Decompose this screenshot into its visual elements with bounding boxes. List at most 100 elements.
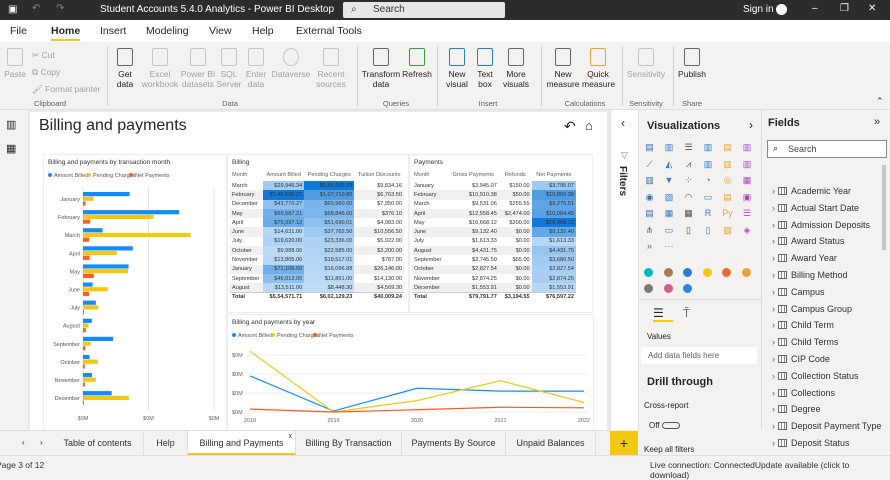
cross-report-toggle[interactable]: Off (649, 421, 680, 430)
column-header[interactable]: Pending Charges (304, 169, 354, 181)
chevron-right-icon[interactable]: › (772, 220, 775, 230)
visual-type-icon[interactable]: ··· (664, 241, 675, 252)
table-row[interactable]: August $4,431.75 $0.00 $4,431.75 (412, 246, 576, 256)
visual-type-icon[interactable]: ▥ (703, 159, 714, 170)
visual-type-icon[interactable]: ▨ (722, 225, 733, 236)
refresh-button[interactable]: Refresh (402, 48, 432, 79)
get-data-button[interactable]: Get data (110, 48, 140, 89)
tab-unpaid-balances[interactable]: Unpaid Balances (506, 431, 596, 456)
field-table-item[interactable]: › Collections (772, 388, 835, 398)
redo-icon[interactable]: ↷ (56, 3, 64, 14)
chevron-right-icon[interactable]: › (772, 186, 775, 196)
add-page-button[interactable]: + (610, 431, 638, 456)
column-header[interactable]: Net Payments (532, 169, 576, 181)
visual-type-icon[interactable]: ◔ (703, 175, 714, 186)
visual-type-icon[interactable]: ▥ (664, 142, 675, 153)
dataverse-button[interactable]: Dataverse (270, 48, 312, 79)
close-icon[interactable]: ✕ (868, 3, 876, 14)
custom-visual-icon[interactable] (683, 284, 692, 293)
table-row[interactable]: November $13,805.00 $19,517.01 $787.00 (230, 255, 404, 265)
chevron-right-icon[interactable]: › (772, 253, 775, 263)
paste-button[interactable]: Paste (3, 48, 27, 79)
field-table-item[interactable]: › Award Status (772, 236, 844, 246)
visual-type-icon[interactable]: ▤ (644, 208, 655, 219)
format-painter-button[interactable]: 🖌 Format painter (32, 84, 100, 94)
fields-tab-icon[interactable]: ☰ (653, 306, 673, 322)
field-table-item[interactable]: › Deposit Payment Type (772, 421, 881, 431)
more-visuals-button[interactable]: More visuals (499, 48, 533, 89)
field-table-item[interactable]: › CIP Code (772, 354, 830, 364)
chevron-right-icon[interactable]: › (772, 438, 775, 448)
field-table-item[interactable]: › Billing Method (772, 270, 848, 280)
chevron-right-icon[interactable]: › (772, 421, 775, 431)
visual-type-icon[interactable]: ▭ (703, 192, 714, 203)
payments-table-visual[interactable]: Payments Month Gross Payments Refunds Net P… (410, 155, 592, 312)
menu-file[interactable]: File (10, 25, 27, 37)
field-table-item[interactable]: › Collection Status (772, 371, 859, 381)
table-row[interactable]: August $13,511.00 $8,448.30 $4,569.30 (230, 283, 404, 293)
visual-type-icon[interactable]: R (703, 208, 714, 219)
tab-billing-and-payments[interactable]: Billing and Payments x (188, 431, 296, 456)
visual-type-icon[interactable]: ▥ (742, 159, 753, 170)
table-row[interactable]: December $43,770.27 $69,960.00 $7,950.00 (230, 199, 404, 209)
visual-type-icon[interactable]: ▥ (742, 142, 753, 153)
table-row[interactable]: July $1,613.33 $0.00 $1,613.33 (412, 236, 576, 247)
visual-type-icon[interactable]: ☰ (683, 142, 694, 153)
visual-type-icon[interactable]: ▣ (742, 192, 753, 203)
tab-help[interactable]: Help (144, 431, 188, 456)
table-row[interactable]: December $1,553.91 $0.00 $1,553.91 (412, 283, 576, 293)
table-row[interactable]: May $16,668.12 $200.00 $16,468.12 (412, 218, 576, 228)
fields-scrollbar[interactable] (882, 165, 886, 250)
column-header[interactable]: Refunds (499, 169, 532, 181)
bar-chart-visual[interactable]: Billing and payments by transaction mont… (44, 155, 226, 430)
home-icon[interactable]: ⌂ (585, 118, 593, 133)
visual-type-icon[interactable]: ⟋ (644, 159, 655, 170)
custom-visual-icon[interactable] (663, 284, 673, 293)
field-table-item[interactable]: › Child Term (772, 320, 834, 330)
new-visual-button[interactable]: New visual (443, 48, 471, 89)
visual-type-icon[interactable]: ▥ (703, 142, 714, 153)
visual-type-icon[interactable]: ◠ (683, 192, 694, 203)
custom-visual-icon[interactable] (644, 284, 653, 293)
table-row[interactable]: January $71,106.50 $16,096.88 $26,146.00 (230, 264, 404, 274)
custom-visual-icon[interactable] (702, 268, 712, 277)
custom-visual-icon[interactable] (644, 268, 653, 277)
table-row[interactable]: January $3,945.07 $150.00 $3,795.07 (412, 181, 576, 191)
tab-table-of-contents[interactable]: Table of contents (52, 431, 144, 456)
visual-type-icon[interactable]: ▥ (644, 175, 655, 186)
quick-measure-button[interactable]: Quick measure (582, 48, 615, 89)
chevron-left-icon[interactable]: ‹ (621, 116, 625, 130)
search-box[interactable]: ⌕ Search (343, 2, 505, 18)
visual-type-icon[interactable]: ⁘ (683, 175, 694, 186)
visual-type-icon[interactable]: ▨ (664, 192, 675, 203)
collapse-ribbon-icon[interactable]: ⌃ (876, 96, 884, 107)
sensitivity-button[interactable]: Sensitivity (625, 48, 667, 79)
chevron-right-icon[interactable]: › (772, 354, 775, 364)
custom-visual-icon[interactable] (722, 268, 731, 277)
visual-type-icon[interactable]: ▤ (644, 142, 655, 153)
menu-insert[interactable]: Insert (100, 25, 126, 37)
field-table-item[interactable]: › Degree (772, 404, 821, 414)
minimize-icon[interactable]: – (812, 3, 818, 14)
field-table-item[interactable]: › Award Year (772, 253, 837, 263)
visual-type-icon[interactable]: ▦ (664, 208, 675, 219)
chevron-right-icon[interactable]: › (772, 270, 775, 280)
avatar[interactable] (776, 4, 787, 15)
line-chart-visual[interactable]: Billing and payments by year Amount Bille… (228, 315, 593, 430)
visual-type-icon[interactable]: ▭ (664, 225, 675, 236)
custom-visual-icon[interactable] (663, 268, 673, 277)
field-table-item[interactable]: › Campus Group (772, 304, 852, 314)
table-row[interactable]: February $10,910.38 $50.00 $10,860.38 (412, 190, 576, 200)
column-header[interactable]: Amount Billed (263, 169, 304, 181)
field-table-item[interactable]: › Campus (772, 287, 825, 297)
visual-type-icon[interactable]: Py (722, 208, 733, 219)
chevron-right-icon[interactable]: › (772, 337, 775, 347)
tab-prev-icon[interactable]: ‹ (22, 438, 25, 447)
toggle-switch[interactable] (661, 422, 680, 429)
menu-home[interactable]: Home (51, 25, 81, 41)
visual-type-icon[interactable]: ◈ (742, 225, 753, 236)
chevron-right-icon[interactable]: › (749, 118, 753, 132)
chevron-right-icon[interactable]: › (772, 203, 775, 213)
menu-external-tools[interactable]: External Tools (296, 25, 362, 37)
custom-visual-icon[interactable] (741, 268, 751, 277)
